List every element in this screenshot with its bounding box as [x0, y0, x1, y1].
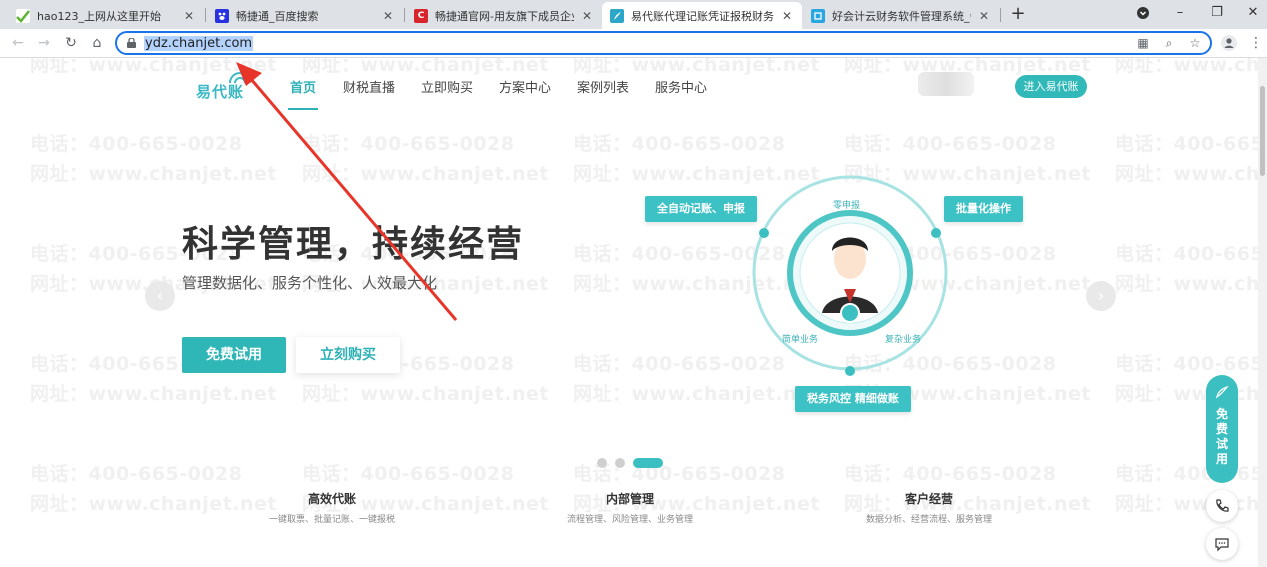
- browser-window: hao123_上网从这里开始 ✕ 畅捷通_百度搜索 ✕ C 畅捷通官网-用友旗下…: [0, 0, 1267, 567]
- annotation-arrow: [236, 62, 458, 321]
